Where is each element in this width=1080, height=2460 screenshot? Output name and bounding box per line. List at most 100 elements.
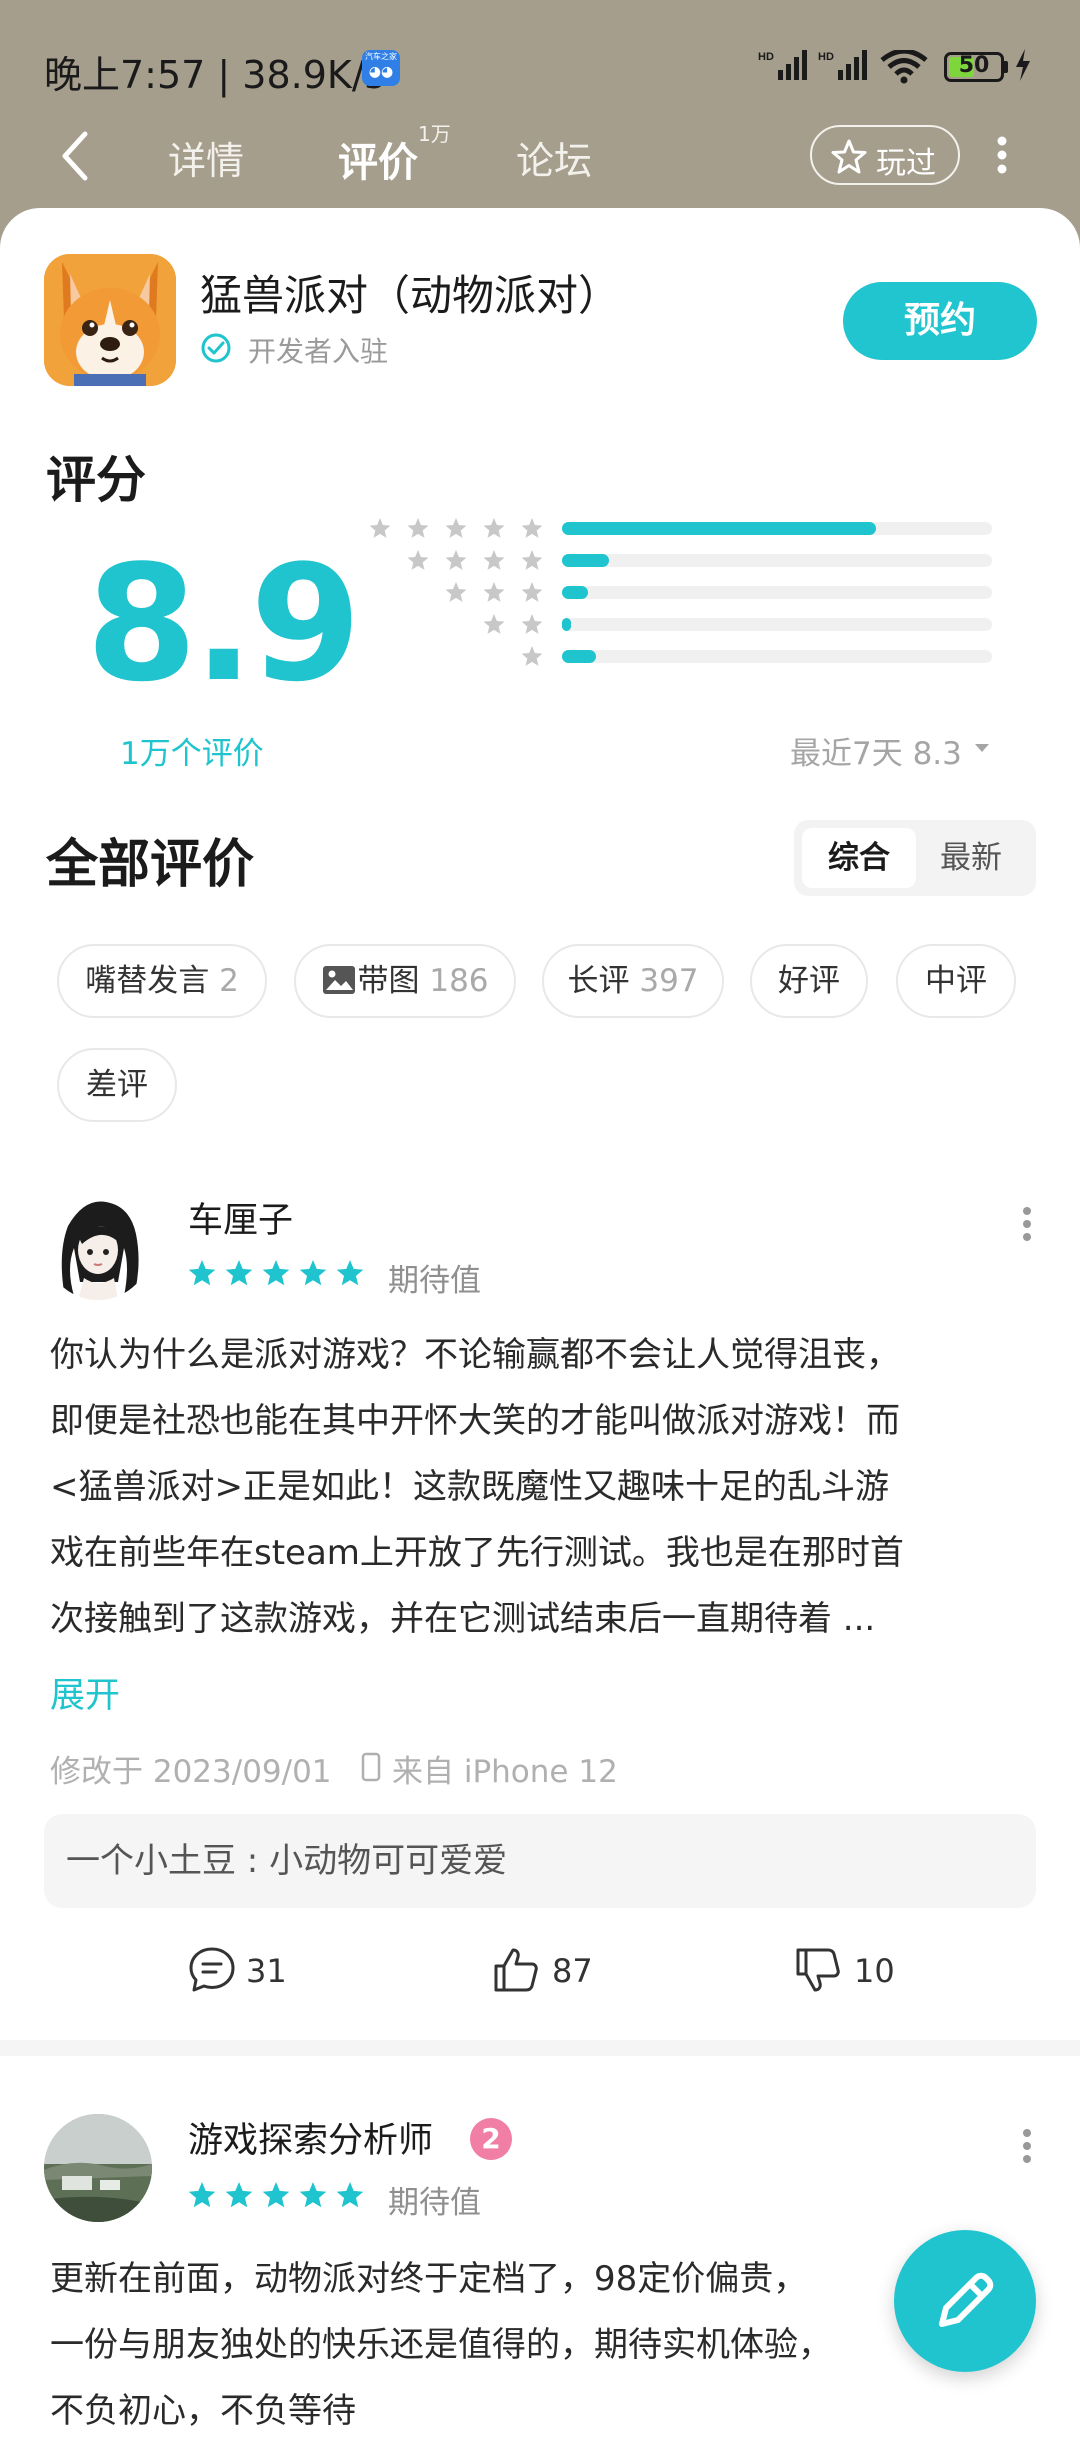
phone-icon	[361, 1752, 381, 1782]
status-time: 晚上7:57 | 38.9K/s	[44, 53, 385, 97]
anime-girl-avatar	[44, 1192, 152, 1300]
sort-comprehensive[interactable]: 综合	[802, 828, 916, 888]
rating-bar-track	[562, 554, 992, 567]
filter-chip-negative[interactable]: 差评	[57, 1048, 177, 1122]
chip-label: 带图	[357, 963, 420, 999]
landscape-avatar	[44, 2114, 152, 2222]
rating-star-icon	[483, 582, 505, 602]
star-icon	[336, 1260, 364, 1286]
review-username[interactable]: 游戏探索分析师	[188, 2112, 433, 2163]
app-icon[interactable]	[44, 254, 176, 386]
review-line: 不负初心，不负等待	[50, 2391, 356, 2431]
filter-chip-neutral[interactable]: 中评	[896, 944, 1016, 1018]
review-line: 次接触到了这款游戏，并在它测试结束后一直期待着 ...	[50, 1599, 876, 1639]
battery-icon: 50	[944, 52, 1004, 82]
verified-check-icon	[201, 333, 231, 363]
sort-segmented-control: 综合 最新	[794, 820, 1036, 896]
review-line: 更新在前面，动物派对终于定档了，98定价偏贵，	[50, 2259, 808, 2299]
rating-bar-fill	[562, 650, 597, 663]
avatar[interactable]	[44, 2114, 152, 2222]
review-divider	[0, 2040, 1080, 2056]
filter-chip-spokesperson[interactable]: 嘴替发言 2	[57, 944, 267, 1018]
developer-label: 开发者入驻	[248, 335, 389, 368]
wifi-icon	[880, 50, 928, 84]
tab-reviews-count: 1万	[418, 122, 451, 146]
tab-reviews[interactable]: 评价	[338, 130, 418, 188]
review-tag: 期待值	[388, 2185, 481, 2221]
thumbs-up-icon	[494, 1948, 538, 1992]
review-body: 你认为什么是派对游戏？不论输赢都不会让人觉得沮丧， 即便是社恐也能在其中开怀大笑…	[50, 1322, 1034, 1652]
rating-star-icon	[445, 518, 467, 538]
star-icon	[225, 1260, 253, 1286]
filter-chip-with-images[interactable]: 带图 186	[294, 944, 516, 1018]
avatar[interactable]	[44, 1192, 152, 1300]
chip-label: 中评	[925, 963, 987, 999]
review-line: 即便是社恐也能在其中开怀大笑的才能叫做派对游戏！而	[50, 1401, 900, 1441]
rating-star-icon	[407, 518, 429, 538]
tab-forum[interactable]: 论坛	[516, 130, 592, 185]
chip-label: 嘴替发言	[85, 963, 210, 999]
all-reviews-heading: 全部评价	[46, 835, 255, 895]
star-icon	[262, 1260, 290, 1286]
app-title: 猛兽派对（动物派对）	[200, 271, 621, 320]
recent-rating-dropdown[interactable]: 最近7天 8.3	[790, 728, 989, 773]
rating-bar-track	[562, 650, 992, 663]
rating-star-icon	[445, 550, 467, 570]
review-line: 一份与朋友独处的快乐还是值得的，期待实机体验，	[50, 2325, 832, 2365]
rating-row-stars	[521, 646, 543, 666]
sort-latest[interactable]: 最新	[914, 828, 1028, 888]
recent-rating-label: 最近7天 8.3	[790, 736, 962, 772]
back-arrow-icon[interactable]	[55, 128, 95, 184]
reserve-button[interactable]: 预约	[843, 282, 1037, 360]
chip-label: 长评	[567, 963, 630, 999]
rating-bar-track	[562, 586, 992, 599]
played-button[interactable]: 玩过	[810, 125, 960, 185]
svg-text:HD: HD	[758, 51, 774, 63]
filter-chip-long-review[interactable]: 长评 397	[542, 944, 724, 1018]
battery-level: 50	[958, 53, 990, 78]
review-more-icon[interactable]	[1020, 2128, 1034, 2164]
review-more-icon[interactable]	[1020, 1206, 1034, 1242]
tab-details[interactable]: 详情	[168, 130, 244, 185]
write-review-button[interactable]	[894, 2230, 1036, 2372]
review-line: <猛兽派对>正是如此！这款既魔性又趣味十足的乱斗游	[50, 1467, 889, 1507]
comment-icon	[189, 1947, 235, 1992]
chip-count: 186	[429, 963, 489, 999]
reply-preview[interactable]: 一个小土豆 : 小动物可可爱爱	[44, 1814, 1036, 1908]
rating-bar-fill	[562, 522, 876, 535]
carrier-badge-icon: 汽车之家 ◕◕	[362, 50, 400, 86]
rating-bar-track	[562, 618, 992, 631]
review-body: 更新在前面，动物派对终于定档了，98定价偏贵， 一份与朋友独处的快乐还是值得的，…	[50, 2246, 890, 2444]
rating-star-icon	[521, 614, 543, 634]
filter-chip-positive[interactable]: 好评	[750, 944, 868, 1018]
star-icon	[188, 1260, 216, 1286]
rating-star-icon	[445, 582, 467, 602]
star-icon	[299, 2182, 327, 2208]
review-modified-date: 修改于 2023/09/01	[50, 1754, 332, 1790]
rating-star-icon	[483, 550, 505, 570]
review-tag: 期待值	[388, 1263, 481, 1299]
rating-star-icon	[521, 518, 543, 538]
like-count: 87	[552, 1952, 593, 1990]
corgi-app-icon	[44, 254, 176, 386]
chip-count: 2	[219, 963, 239, 999]
rating-row-stars	[407, 550, 543, 570]
star-icon	[299, 1260, 327, 1286]
rating-star-icon	[521, 550, 543, 570]
star-icon	[188, 2182, 216, 2208]
chip-label: 好评	[778, 963, 840, 999]
star-icon	[262, 2182, 290, 2208]
dislike-count: 10	[854, 1952, 895, 1990]
played-label: 玩过	[876, 146, 936, 181]
review-stars	[188, 1260, 364, 1286]
svg-text:HD: HD	[818, 51, 834, 63]
more-vertical-icon[interactable]	[994, 135, 1010, 175]
expand-link[interactable]: 展开	[50, 1667, 120, 1718]
charging-bolt-icon	[1016, 49, 1030, 81]
status-bar: 晚上7:57 | 38.9K/s 汽车之家 ◕◕ HD HD 50	[0, 0, 1080, 125]
review-username[interactable]: 车厘子	[188, 1192, 293, 1243]
rating-star-icon	[521, 646, 543, 666]
star-icon	[225, 2182, 253, 2208]
rating-star-icon	[483, 614, 505, 634]
rating-count: 1万个评价	[120, 736, 264, 772]
